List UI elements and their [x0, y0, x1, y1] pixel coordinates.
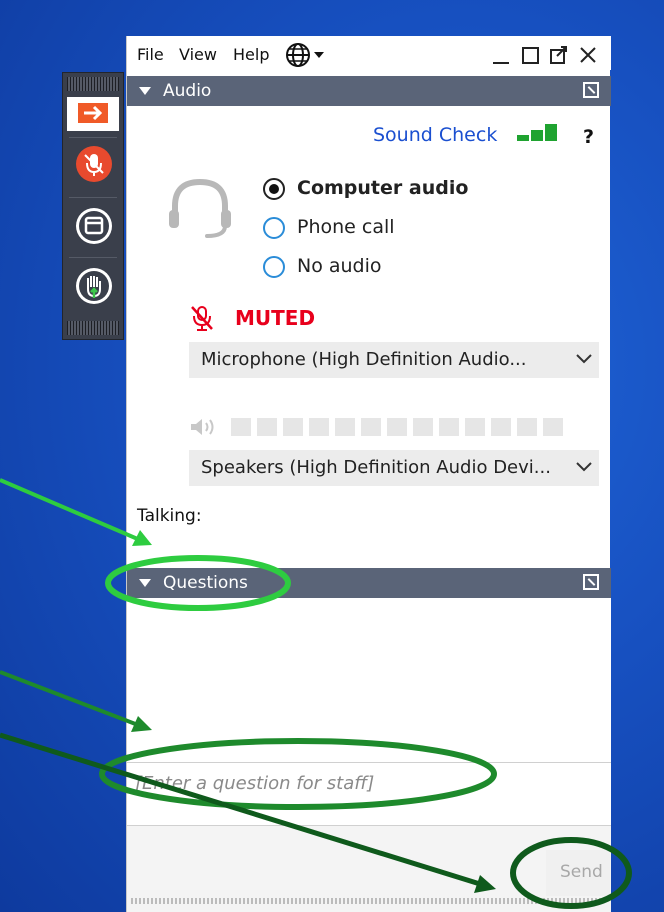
annotation-ellipse-questions — [105, 555, 291, 611]
annotation-ellipse-send — [510, 837, 632, 909]
annotation-overlay — [0, 478, 632, 909]
annotation-ellipse-question-input — [99, 738, 497, 810]
annotation-arrow-talking — [0, 478, 152, 546]
annotation-arrow-question-input — [0, 670, 152, 732]
annotation-arrow-send — [0, 732, 496, 893]
